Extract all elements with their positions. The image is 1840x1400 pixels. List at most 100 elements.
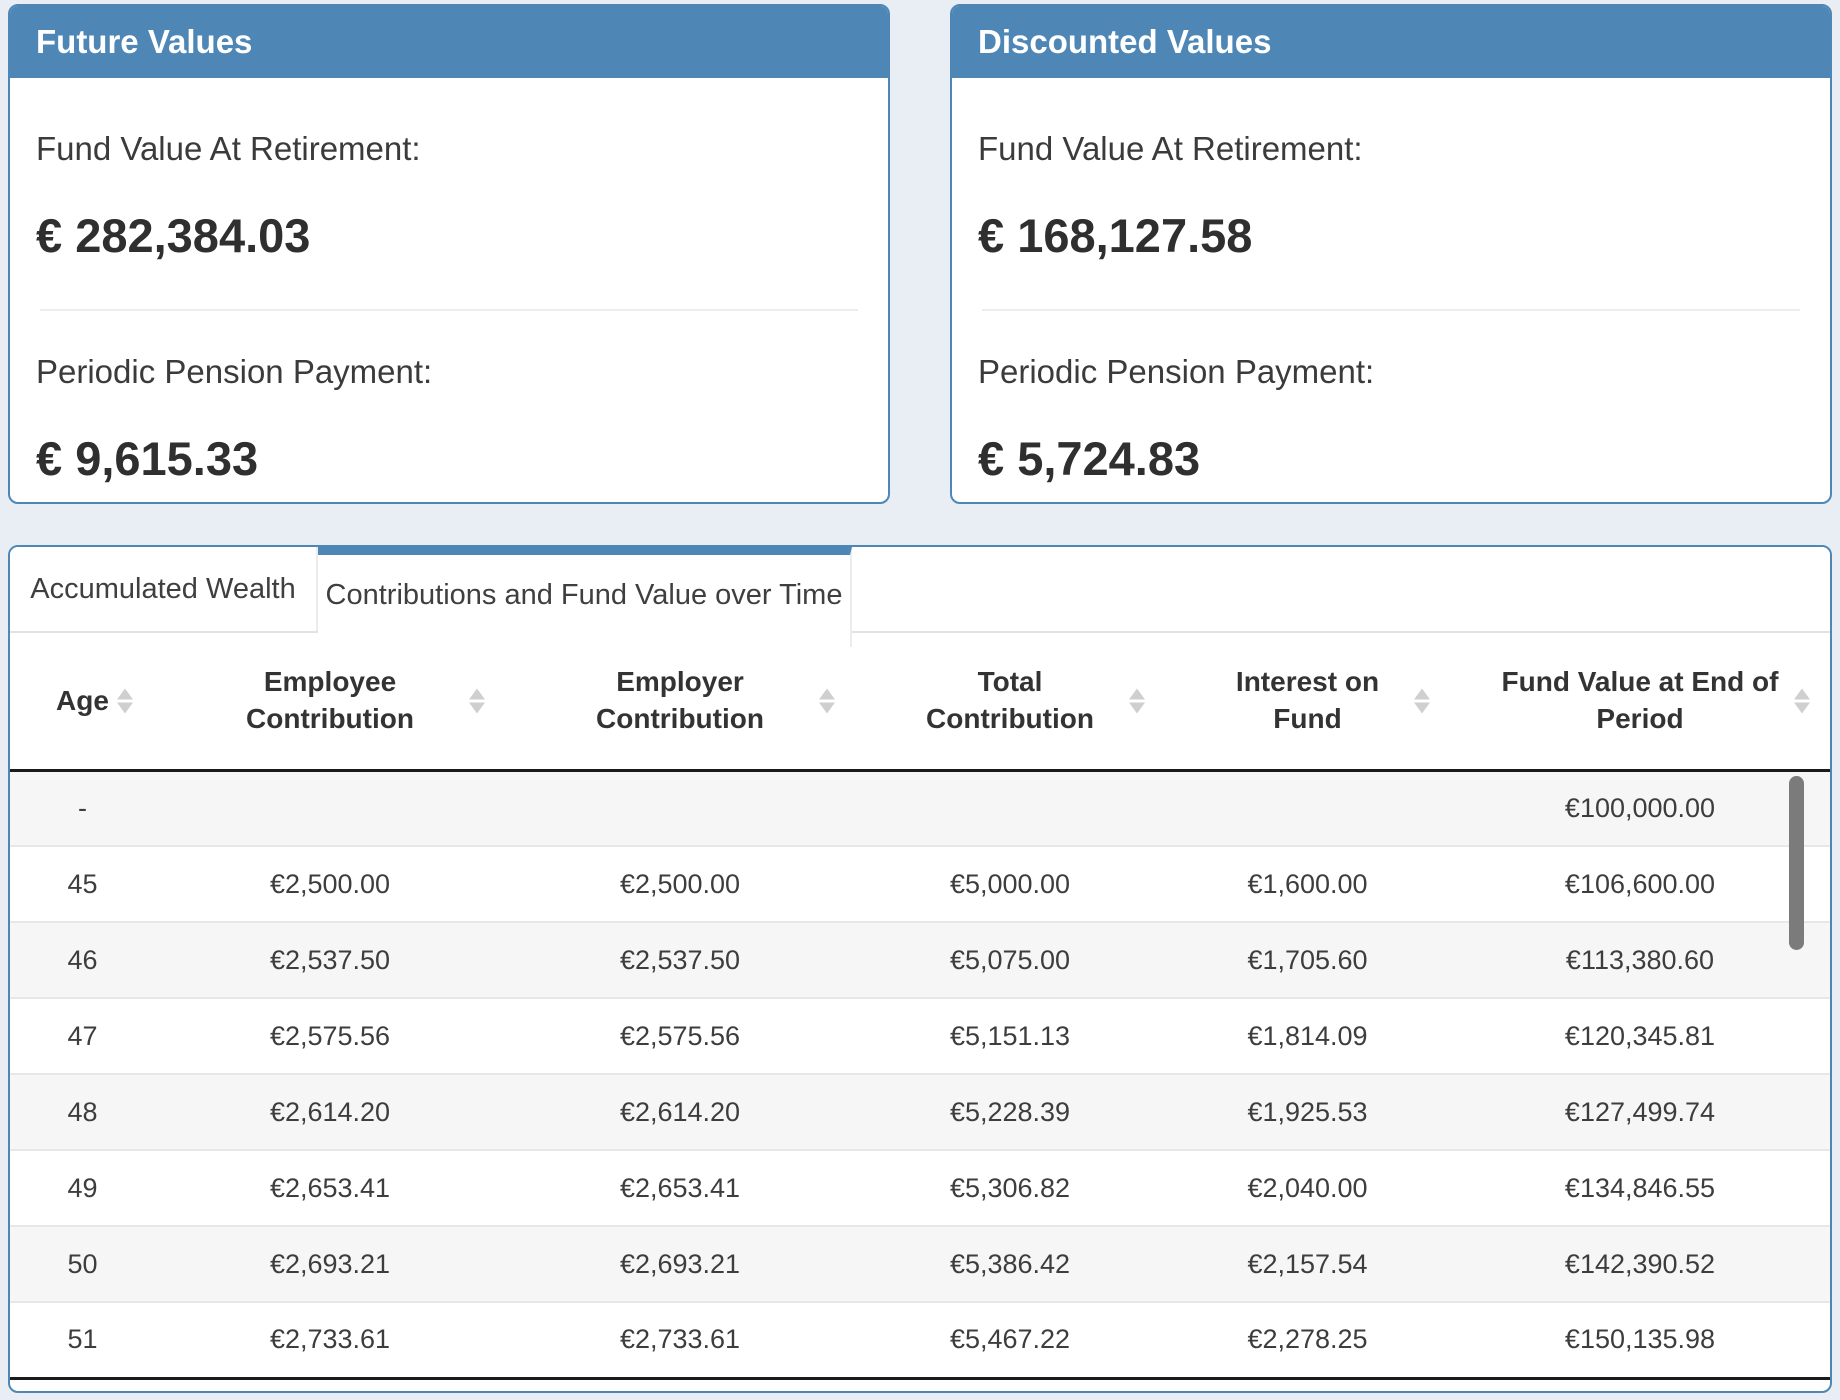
- sort-icon[interactable]: [469, 688, 485, 713]
- sort-icon[interactable]: [819, 688, 835, 713]
- table-cell: 47: [10, 998, 155, 1074]
- panel-inner: Accumulated Wealth Contributions and Fun…: [10, 547, 1830, 1391]
- table-cell: €127,499.74: [1450, 1074, 1830, 1150]
- table-body: -€100,000.0045€2,500.00€2,500.00€5,000.0…: [10, 770, 1830, 1378]
- column-header-total-contribution[interactable]: Total Contribution: [855, 633, 1165, 770]
- table-row: 47€2,575.56€2,575.56€5,151.13€1,814.09€1…: [10, 998, 1830, 1074]
- table-cell: €106,600.00: [1450, 846, 1830, 922]
- table-cell: [855, 770, 1165, 846]
- table-cell: -: [10, 770, 155, 846]
- table-cell: €2,500.00: [505, 846, 855, 922]
- table-cell: 51: [10, 1302, 155, 1378]
- table-cell: 48: [10, 1074, 155, 1150]
- tab-accumulated-wealth[interactable]: Accumulated Wealth: [10, 547, 318, 631]
- table-cell: €2,614.20: [155, 1074, 505, 1150]
- table-row: 48€2,614.20€2,614.20€5,228.39€1,925.53€1…: [10, 1074, 1830, 1150]
- table-cell: €5,386.42: [855, 1226, 1165, 1302]
- column-header-employer-contribution[interactable]: Employer Contribution: [505, 633, 855, 770]
- column-label: Fund Value at End of Period: [1490, 664, 1790, 737]
- column-label: Employer Contribution: [583, 664, 778, 737]
- table-cell: €113,380.60: [1450, 922, 1830, 998]
- table-row: - €100,000.00: [10, 770, 1830, 846]
- metric-value: € 9,615.33: [36, 431, 862, 486]
- metric-value: € 5,724.83: [978, 431, 1804, 486]
- tab-contributions-fund-value[interactable]: Contributions and Fund Value over Time: [318, 547, 852, 647]
- table-cell: €2,537.50: [505, 922, 855, 998]
- column-label: Employee Contribution: [233, 664, 428, 737]
- table-cell: €5,306.82: [855, 1150, 1165, 1226]
- table-cell: €2,575.56: [155, 998, 505, 1074]
- table-cell: €2,040.00: [1165, 1150, 1450, 1226]
- card-body: Fund Value At Retirement: € 282,384.03 P…: [10, 130, 888, 486]
- metric-value: € 282,384.03: [36, 208, 862, 263]
- card-divider: [40, 309, 858, 311]
- table-cell: €150,135.98: [1450, 1302, 1830, 1378]
- table-cell: €1,814.09: [1165, 998, 1450, 1074]
- contributions-table: Age Employee Contribution Employer Contr…: [10, 633, 1830, 1380]
- vertical-scrollbar-thumb[interactable]: [1789, 776, 1804, 950]
- contributions-panel: Accumulated Wealth Contributions and Fun…: [8, 545, 1832, 1393]
- table-cell: €1,705.60: [1165, 922, 1450, 998]
- sort-icon[interactable]: [1414, 688, 1430, 713]
- table-cell: €2,653.41: [155, 1150, 505, 1226]
- table-cell: €1,925.53: [1165, 1074, 1450, 1150]
- card-divider: [982, 309, 1800, 311]
- table-cell: €100,000.00: [1450, 770, 1830, 846]
- table-cell: [505, 770, 855, 846]
- table-cell: €142,390.52: [1450, 1226, 1830, 1302]
- column-header-employee-contribution[interactable]: Employee Contribution: [155, 633, 505, 770]
- metric-value: € 168,127.58: [978, 208, 1804, 263]
- future-values-card: Future Values Fund Value At Retirement: …: [8, 4, 890, 504]
- table-cell: €2,733.61: [505, 1302, 855, 1378]
- table-row: 50€2,693.21€2,693.21€5,386.42€2,157.54€1…: [10, 1226, 1830, 1302]
- table-cell: [1165, 770, 1450, 846]
- table-cell: 46: [10, 922, 155, 998]
- card-title: Future Values: [10, 6, 888, 78]
- metric-label: Periodic Pension Payment:: [978, 353, 1804, 391]
- column-header-age[interactable]: Age: [10, 633, 155, 770]
- table-row: 49€2,653.41€2,653.41€5,306.82€2,040.00€1…: [10, 1150, 1830, 1226]
- tab-label: Accumulated Wealth: [30, 573, 295, 606]
- table-cell: €5,151.13: [855, 998, 1165, 1074]
- discounted-values-card: Discounted Values Fund Value At Retireme…: [950, 4, 1832, 504]
- metric-label: Fund Value At Retirement:: [978, 130, 1804, 168]
- table-cell: €2,575.56: [505, 998, 855, 1074]
- tab-label: Contributions and Fund Value over Time: [326, 579, 843, 612]
- column-header-fund-value-end-of-period[interactable]: Fund Value at End of Period: [1450, 633, 1830, 770]
- table-header: Age Employee Contribution Employer Contr…: [10, 633, 1830, 770]
- card-body: Fund Value At Retirement: € 168,127.58 P…: [952, 130, 1830, 486]
- table-row: 46€2,537.50€2,537.50€5,075.00€1,705.60€1…: [10, 922, 1830, 998]
- sort-icon[interactable]: [1794, 688, 1810, 713]
- column-header-interest-on-fund[interactable]: Interest on Fund: [1165, 633, 1450, 770]
- table-cell: 45: [10, 846, 155, 922]
- table-cell: €5,467.22: [855, 1302, 1165, 1378]
- column-label: Age: [56, 683, 109, 719]
- table-cell: €2,614.20: [505, 1074, 855, 1150]
- metric-label: Fund Value At Retirement:: [36, 130, 862, 168]
- tab-bar: Accumulated Wealth Contributions and Fun…: [10, 547, 1830, 633]
- table-cell: [155, 770, 505, 846]
- table-cell: €2,693.21: [155, 1226, 505, 1302]
- sort-icon[interactable]: [1129, 688, 1145, 713]
- table-cell: €5,000.00: [855, 846, 1165, 922]
- table-cell: 49: [10, 1150, 155, 1226]
- column-label: Total Contribution: [923, 664, 1098, 737]
- card-title: Discounted Values: [952, 6, 1830, 78]
- table-row: 51€2,733.61€2,733.61€5,467.22€2,278.25€1…: [10, 1302, 1830, 1378]
- summary-cards-row: Future Values Fund Value At Retirement: …: [8, 4, 1832, 504]
- metric-label: Periodic Pension Payment:: [36, 353, 862, 391]
- column-label: Interest on Fund: [1215, 664, 1400, 737]
- table-cell: €1,600.00: [1165, 846, 1450, 922]
- table-cell: €2,733.61: [155, 1302, 505, 1378]
- table-cell: €2,278.25: [1165, 1302, 1450, 1378]
- table-cell: €2,653.41: [505, 1150, 855, 1226]
- table-cell: 50: [10, 1226, 155, 1302]
- table-cell: €120,345.81: [1450, 998, 1830, 1074]
- table-cell: €5,075.00: [855, 922, 1165, 998]
- table-row: 45€2,500.00€2,500.00€5,000.00€1,600.00€1…: [10, 846, 1830, 922]
- table-cell: €2,693.21: [505, 1226, 855, 1302]
- table-cell: €2,537.50: [155, 922, 505, 998]
- sort-icon[interactable]: [117, 688, 133, 713]
- table-cell: €5,228.39: [855, 1074, 1165, 1150]
- table-cell: €2,500.00: [155, 846, 505, 922]
